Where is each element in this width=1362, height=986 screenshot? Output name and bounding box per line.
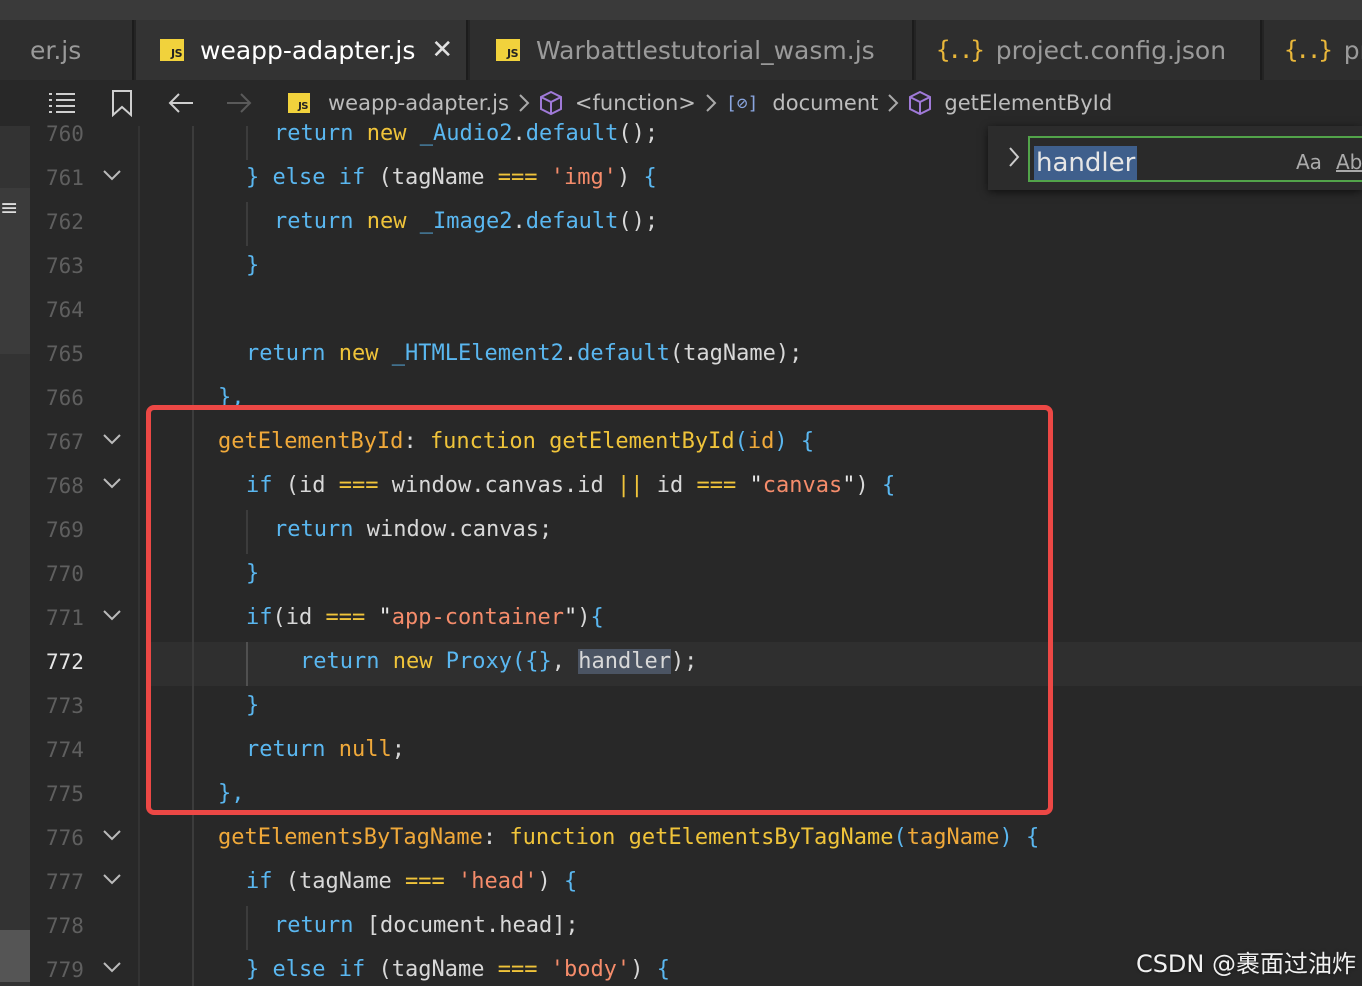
indent-guide [246,126,248,160]
js-file-icon: JS [288,93,310,113]
code-line[interactable]: if (tagName === 'head') { [246,860,577,904]
forward-arrow-icon[interactable] [222,80,256,126]
line-number: 766 [46,386,84,410]
js-file-icon: JS [496,39,520,61]
code-line[interactable]: return new _Audio2.default(); [274,112,658,156]
breadcrumb-variable[interactable]: document [772,91,878,115]
tab-label: weapp-adapter.js [200,35,416,65]
tab-warbattles-tutorial[interactable]: JS Warbattlestutorial_wasm.js [470,20,914,80]
tab-label: project.config.json [995,35,1227,65]
line-number: 771 [46,606,84,630]
chevron-right-icon [517,92,531,114]
activity-strip: ≡ [0,126,30,986]
tab-project-config[interactable]: {..} project.config.json [916,20,1262,80]
fold-chevron-icon[interactable] [102,433,122,447]
fold-chevron-icon[interactable] [102,477,122,491]
line-number: 776 [46,826,84,850]
line-number: 767 [46,430,84,454]
indent-guide [246,906,248,950]
chevron-right-icon [704,92,718,114]
line-number: 777 [46,870,84,894]
bookmark-icon[interactable] [108,80,136,126]
code-line[interactable]: } else if (tagName === 'img') { [246,156,657,200]
line-number: 760 [46,122,84,146]
variable-icon: [⊘] [725,92,759,114]
title-strip [0,0,1362,20]
line-number: 765 [46,342,84,366]
line-number: 761 [46,166,84,190]
indent-guide [246,202,248,246]
js-file-icon: JS [160,39,184,61]
code-line[interactable]: } [246,244,259,288]
line-number: 769 [46,518,84,542]
tab-label: pro [1343,35,1362,65]
toggle-replace-chevron-icon[interactable] [1002,142,1026,172]
code-line[interactable]: getElementsByTagName: function getElemen… [218,816,1039,860]
line-number: 763 [46,254,84,278]
menu-icon[interactable]: ≡ [0,196,18,221]
fold-chevron-icon[interactable] [102,873,122,887]
scroll-thumb[interactable] [0,930,30,982]
tab-weapp-adapter[interactable]: JS weapp-adapter.js ✕ [136,20,468,80]
cube-icon [908,90,932,116]
editor-tab-bar: er.js JS weapp-adapter.js ✕ JS Warbattle… [0,0,1362,80]
breadcrumb-method[interactable]: getElementById [944,91,1112,115]
current-line-number: 772 [46,650,84,674]
line-number: 764 [46,298,84,322]
code-line[interactable]: } else if (tagName === 'body') { [246,948,670,986]
match-case-toggle[interactable]: Aa [1296,150,1322,174]
line-number: 773 [46,694,84,718]
list-icon[interactable] [44,80,80,126]
fold-chevron-icon[interactable] [102,961,122,975]
json-file-icon: {..} [1284,36,1333,64]
chevron-right-icon [886,92,900,114]
tab-label: er.js [30,35,82,65]
annotation-box [146,405,1053,815]
json-file-icon: {..} [936,36,985,64]
tab-partial-js[interactable]: er.js [0,20,134,80]
line-number: 778 [46,914,84,938]
find-widget: handler Aa Ab [988,126,1362,190]
line-number: 774 [46,738,84,762]
line-number: 779 [46,958,84,982]
find-input[interactable]: handler Aa Ab [1028,136,1362,182]
line-number: 770 [46,562,84,586]
editor-toolbar: JS weapp-adapter.js <function> [⊘] docum… [0,80,1362,126]
tab-label: Warbattlestutorial_wasm.js [536,35,875,65]
tab-partial-pro[interactable]: {..} pro [1264,20,1362,80]
find-input-value: handler [1034,146,1138,180]
back-arrow-icon[interactable] [164,80,198,126]
whole-word-toggle[interactable]: Ab [1336,150,1362,174]
close-icon[interactable]: ✕ [431,37,453,63]
fold-chevron-icon[interactable] [102,169,122,183]
fold-chevron-icon[interactable] [102,829,122,843]
gutter-divider [138,126,140,986]
line-number: 768 [46,474,84,498]
code-line[interactable]: return new _HTMLElement2.default(tagName… [246,332,802,376]
fold-chevron-icon[interactable] [102,609,122,623]
line-number: 775 [46,782,84,806]
line-number: 762 [46,210,84,234]
code-line[interactable]: return new _Image2.default(); [274,200,658,244]
code-line[interactable]: return [document.head]; [274,904,579,948]
watermark: CSDN @裹面过油炸 [1135,950,1356,978]
